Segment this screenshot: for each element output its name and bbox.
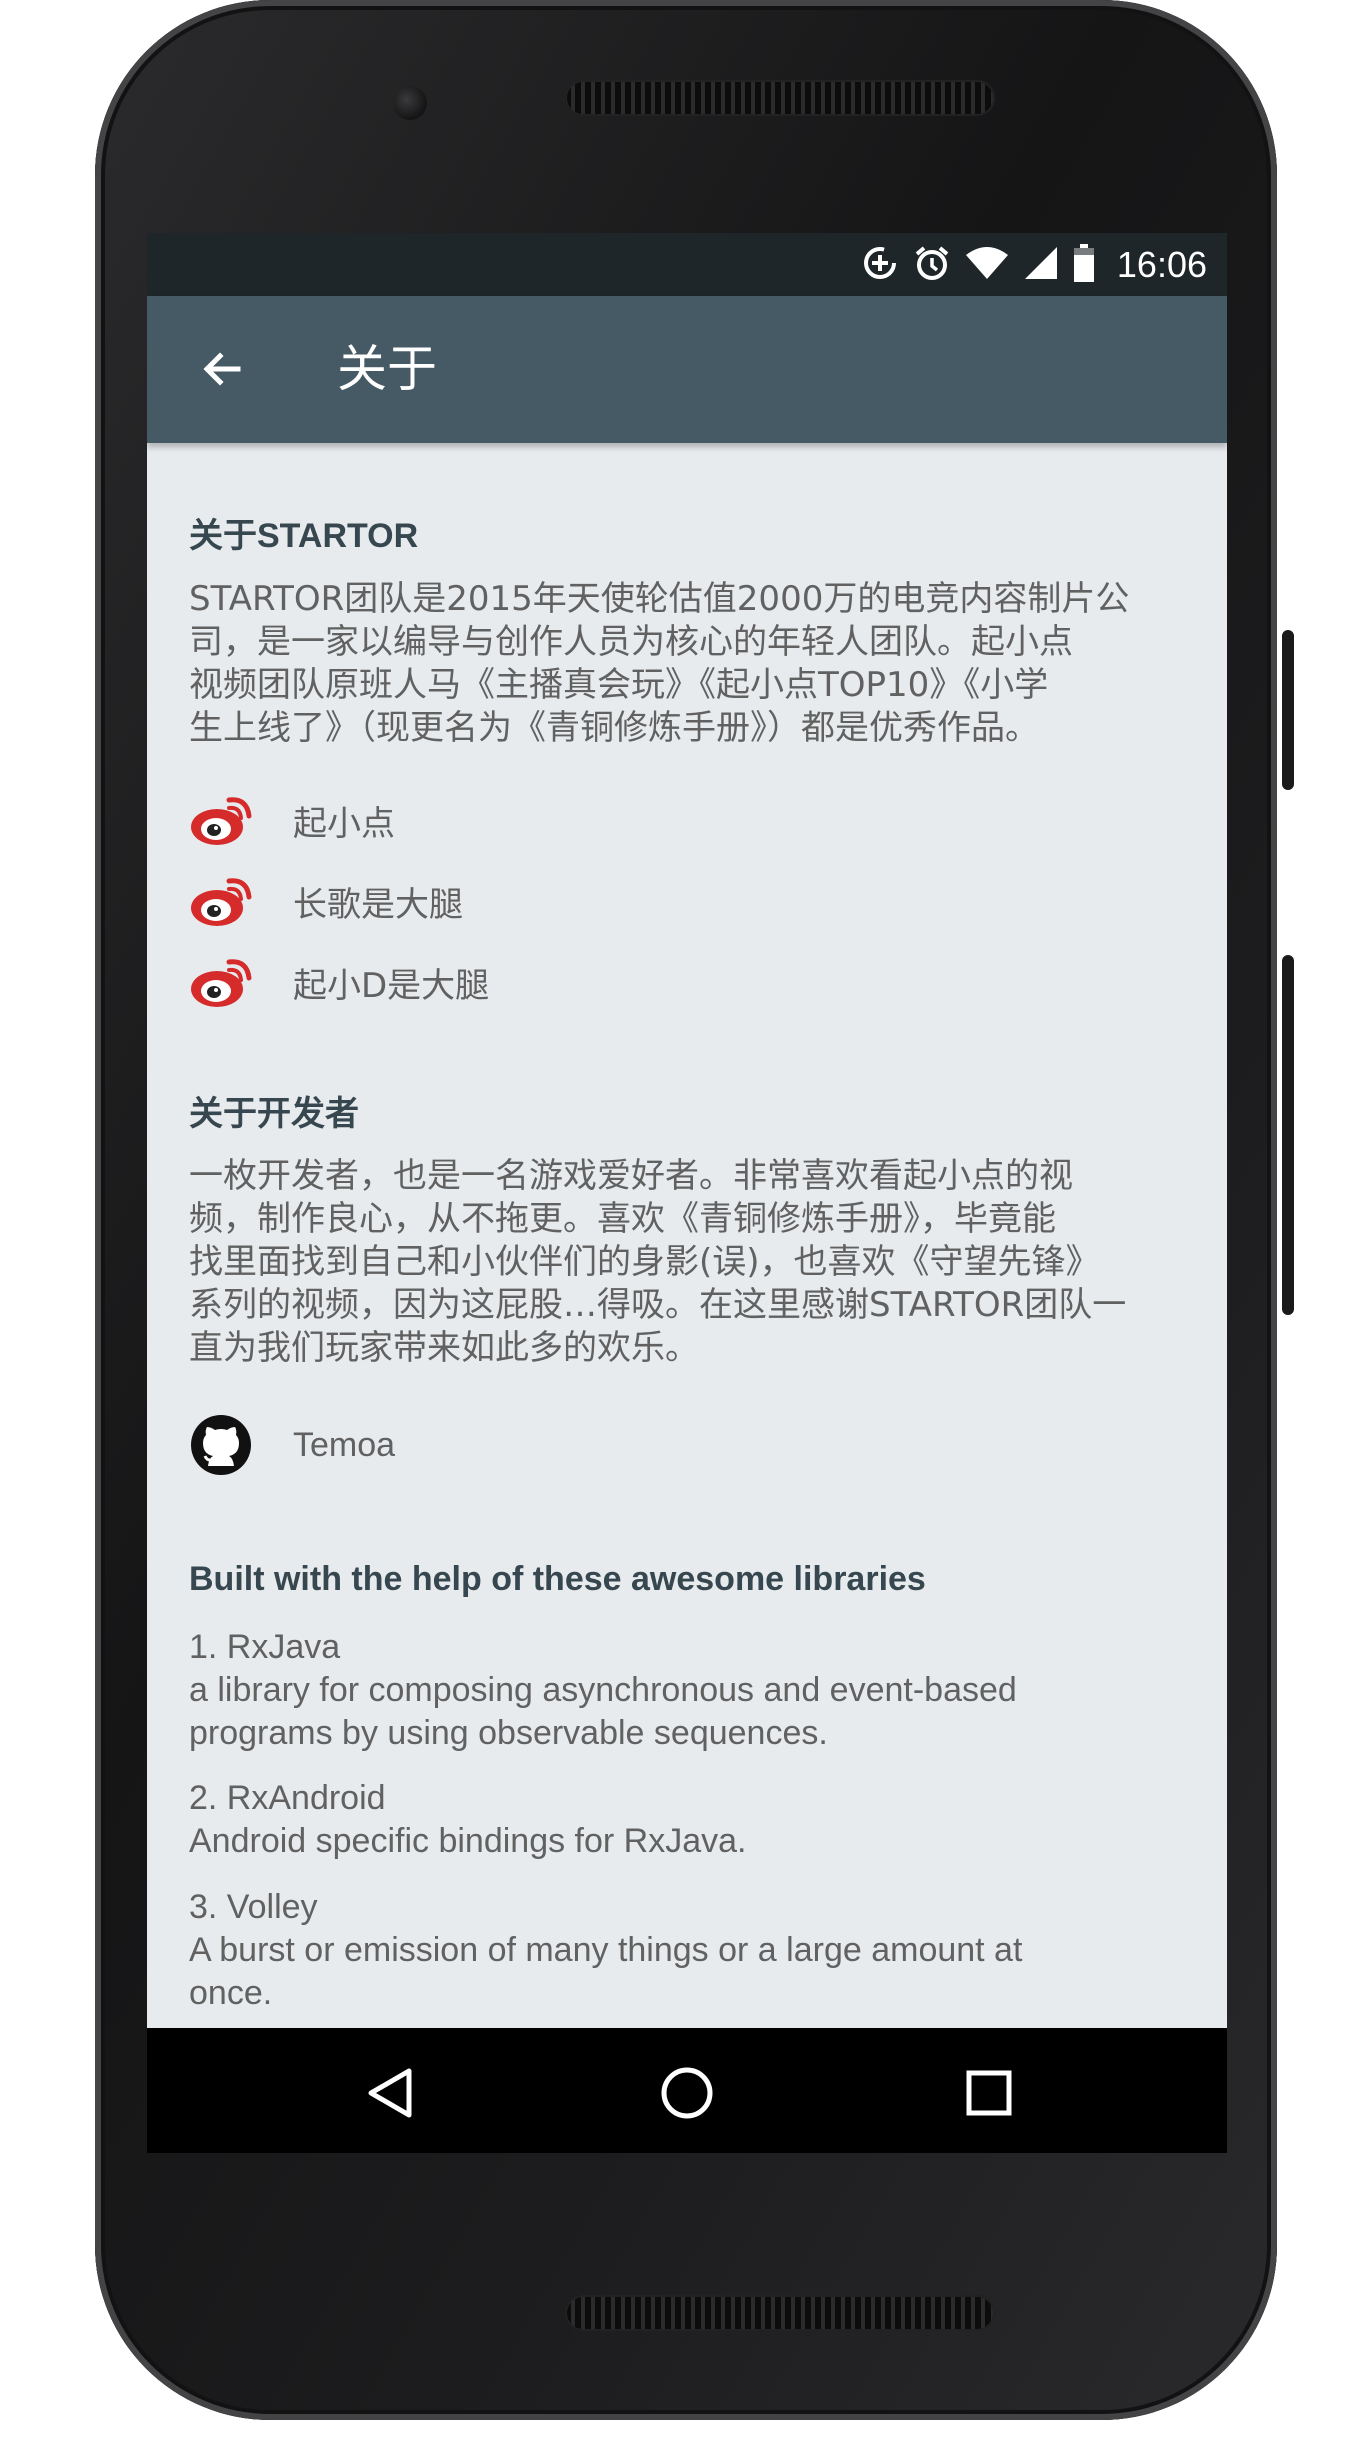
- library-item: 2. RxAndroid Android specific bindings f…: [189, 1779, 747, 1860]
- data-saver-icon: [861, 244, 899, 286]
- nav-home-button[interactable]: [642, 2048, 732, 2138]
- battery-icon: [1073, 243, 1095, 286]
- weibo-link-changge[interactable]: 长歌是大腿: [189, 871, 463, 931]
- nav-home-icon: [661, 2067, 713, 2119]
- nav-back-button[interactable]: [345, 2048, 435, 2138]
- nav-back-icon: [368, 2068, 412, 2118]
- back-button[interactable]: [189, 336, 255, 402]
- front-camera: [393, 86, 427, 120]
- weibo-link-label: 起小D是大腿: [293, 965, 490, 1006]
- libraries-section-title: Built with the help of these awesome lib…: [189, 1560, 926, 1598]
- library-item: 3. Volley A burst or emission of many th…: [189, 1888, 1023, 2012]
- weibo-icon: [189, 952, 253, 1012]
- bottom-speaker: [565, 2295, 995, 2331]
- arrow-back-icon: [203, 352, 241, 386]
- status-bar: 16:06: [147, 233, 1227, 296]
- weibo-icon: [189, 871, 253, 931]
- startor-section-title: 关于STARTOR: [189, 517, 419, 555]
- screen: 16:06 关于 关于STARTOR STARTOR团队是2015年天使轮估值2…: [147, 233, 1227, 2153]
- developer-description: 一枚开发者，也是一名游戏爱好者。非常喜欢看起小点的视 频，制作良心，从不拖更。喜…: [189, 1156, 1127, 1368]
- weibo-link-qixiaod[interactable]: 起小D是大腿: [189, 952, 489, 1012]
- page-title: 关于: [337, 340, 437, 398]
- nav-recents-button[interactable]: [944, 2048, 1034, 2138]
- earpiece-speaker: [565, 80, 995, 116]
- weibo-link-qixiaodian[interactable]: 起小点: [189, 790, 395, 850]
- alarm-icon: [913, 244, 951, 286]
- navigation-bar: [147, 2028, 1227, 2153]
- developer-section-title: 关于开发者: [189, 1095, 359, 1133]
- weibo-icon: [189, 790, 253, 850]
- github-icon: [189, 1415, 253, 1475]
- status-time: 16:06: [1116, 243, 1207, 285]
- github-link[interactable]: Temoa: [189, 1415, 395, 1475]
- volume-button: [1282, 955, 1294, 1315]
- toolbar: 关于: [147, 296, 1227, 443]
- signal-icon: [1023, 245, 1059, 285]
- wifi-icon: [965, 245, 1009, 285]
- weibo-link-label: 长歌是大腿: [293, 884, 463, 925]
- nav-recents-icon: [966, 2070, 1012, 2116]
- github-link-label: Temoa: [293, 1425, 396, 1464]
- startor-description: STARTOR团队是2015年天使轮估值2000万的电竞内容制片公 司，是一家以…: [189, 579, 1130, 748]
- about-content[interactable]: 关于STARTOR STARTOR团队是2015年天使轮估值2000万的电竞内容…: [147, 443, 1227, 2028]
- power-button: [1282, 630, 1294, 790]
- weibo-link-label: 起小点: [293, 803, 395, 844]
- library-item: 1. RxJava a library for composing asynch…: [189, 1628, 1017, 1752]
